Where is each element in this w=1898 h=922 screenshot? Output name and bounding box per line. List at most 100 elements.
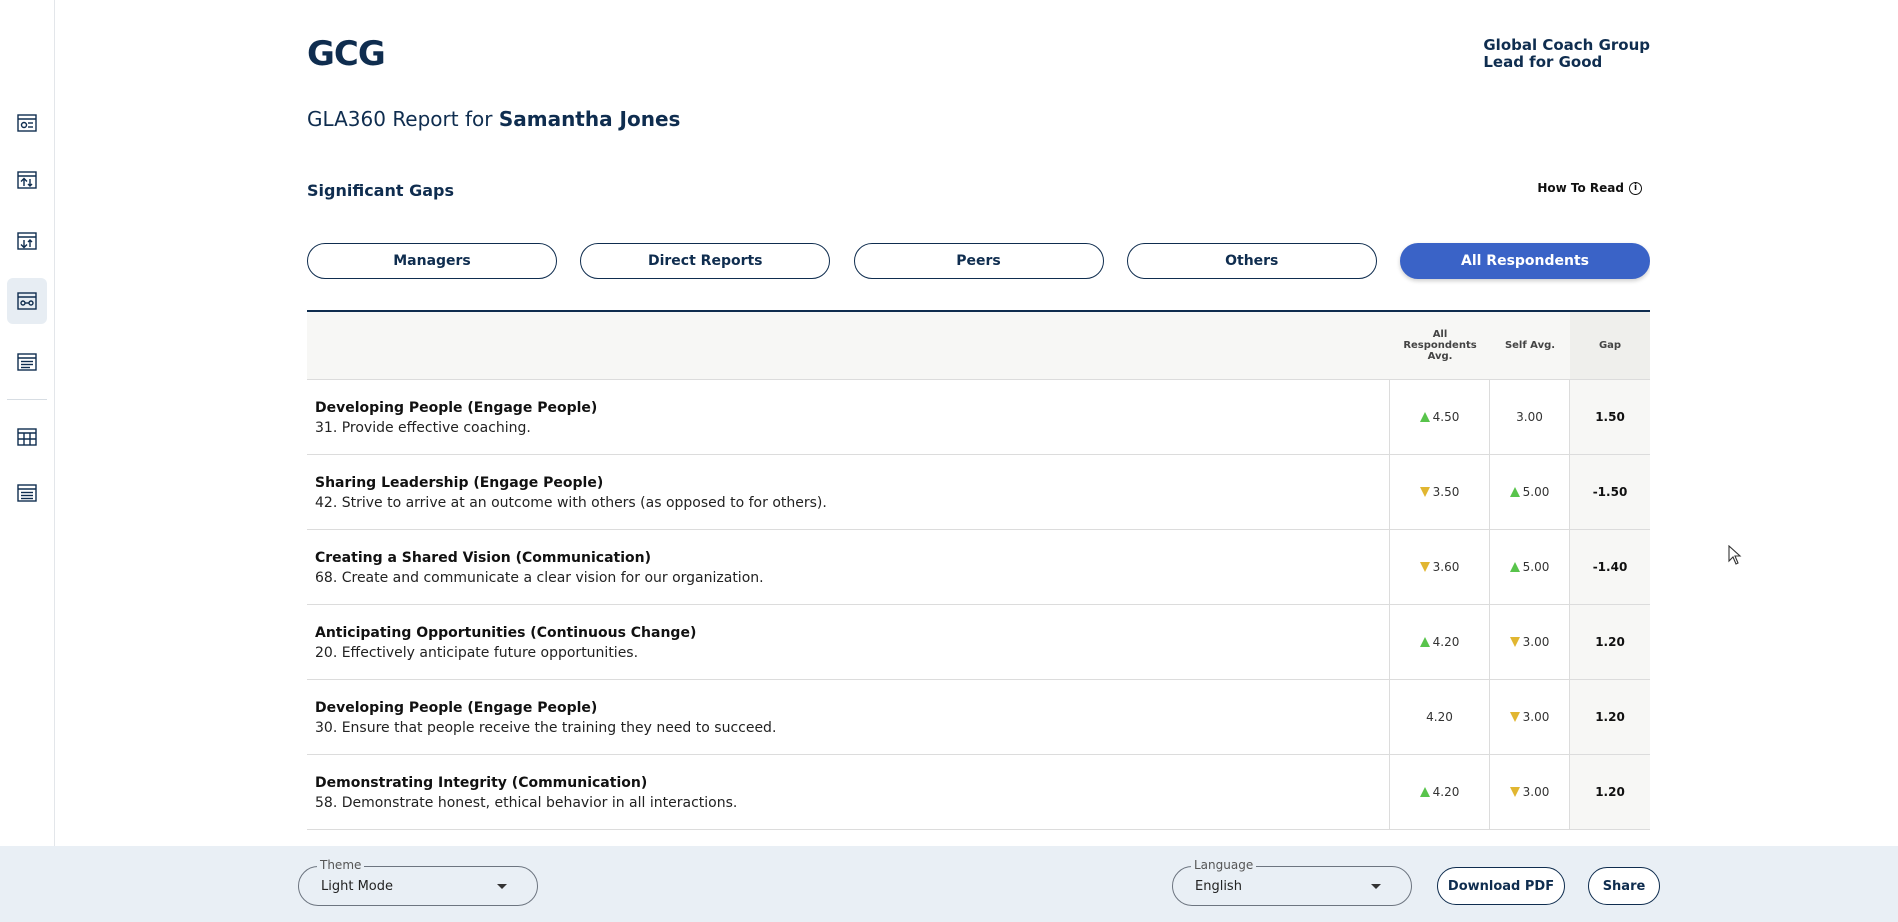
theme-select[interactable]: Theme Light Mode <box>298 858 538 906</box>
triangle-up-icon <box>1509 562 1520 572</box>
gap-cell-value: 1.20 <box>1595 710 1625 724</box>
brand-block: Global Coach Group Lead for Good <box>1483 37 1650 71</box>
item-text: 20. Effectively anticipate future opport… <box>315 645 639 661</box>
strengths-icon[interactable] <box>7 157 47 203</box>
all-respondents-avg: 4.50 <box>1390 380 1490 454</box>
all-respondents-avg: 4.20 <box>1390 605 1490 679</box>
item-text: 68. Create and communicate a clear visio… <box>315 570 764 586</box>
self-avg-value: 3.00 <box>1522 710 1550 724</box>
all-respondents-avg: 4.20 <box>1390 755 1490 829</box>
gaps-table: All Respondents Avg. Self Avg. Gap Devel… <box>307 310 1650 830</box>
section-title: Significant Gaps <box>307 181 454 200</box>
header-self-avg: Self Avg. <box>1504 340 1556 351</box>
development-icon[interactable] <box>7 218 47 264</box>
self-avg-value: 5.00 <box>1522 560 1550 574</box>
info-icon: i <box>1629 181 1642 195</box>
competency-title: Developing People (Engage People) <box>315 400 598 416</box>
report-title: GLA360 Report for Samantha Jones <box>307 107 680 131</box>
gap-cell-value: -1.50 <box>1592 485 1628 499</box>
gap-cell-value: -1.40 <box>1592 560 1628 574</box>
header-all-respondents: All Respondents Avg. <box>1403 329 1477 362</box>
row-label: Sharing Leadership (Engage People) 42. St… <box>307 455 1390 529</box>
table-icon[interactable] <box>7 414 47 460</box>
header-label-spacer <box>307 312 1390 379</box>
triangle-down-icon <box>1509 787 1520 797</box>
table-row: Developing People (Engage People) 31. Pro… <box>307 380 1650 455</box>
all-respondents-avg-value: 4.50 <box>1432 410 1460 424</box>
overview-icon[interactable] <box>7 100 47 146</box>
gap-cell-value: 1.20 <box>1595 635 1625 649</box>
table-row: Demonstrating Integrity (Communication) 5… <box>307 755 1650 830</box>
item-text: 30. Ensure that people receive the train… <box>315 720 777 736</box>
chevron-down-icon <box>1371 884 1381 889</box>
all-respondents-avg-value: 4.20 <box>1426 710 1453 724</box>
table-row: Sharing Leadership (Engage People) 42. St… <box>307 455 1650 530</box>
tab-peers[interactable]: Peers <box>853 243 1104 279</box>
triangle-down-icon <box>1509 637 1520 647</box>
triangle-down-icon <box>1509 712 1520 722</box>
self-avg: 3.00 <box>1490 680 1570 754</box>
gap-cell-value: 1.50 <box>1595 410 1625 424</box>
report-main: GCG Global Coach Group Lead for Good GLA… <box>307 0 1650 846</box>
table-row: Creating a Shared Vision (Communication)… <box>307 530 1650 605</box>
gap-cell: 1.20 <box>1570 755 1650 829</box>
gcg-logo: GCG <box>307 34 386 74</box>
triangle-down-icon <box>1419 562 1430 572</box>
competency-title: Creating a Shared Vision (Communication) <box>315 550 651 566</box>
tab-managers[interactable]: Managers <box>307 243 557 279</box>
gaps-icon[interactable] <box>7 278 47 324</box>
all-respondents-avg-value: 3.50 <box>1432 485 1460 499</box>
gap-cell: 1.20 <box>1570 680 1650 754</box>
language-value: English <box>1195 879 1242 894</box>
comments-icon[interactable] <box>7 339 47 385</box>
sidebar-divider <box>7 399 47 400</box>
item-text: 31. Provide effective coaching. <box>315 420 531 436</box>
download-pdf-button[interactable]: Download PDF <box>1437 867 1565 905</box>
all-respondents-avg-value: 3.60 <box>1432 560 1460 574</box>
how-to-read-label: How To Read <box>1537 181 1624 195</box>
item-text: 42. Strive to arrive at an outcome with … <box>315 495 827 511</box>
gap-cell: 1.20 <box>1570 605 1650 679</box>
chevron-down-icon <box>497 884 507 889</box>
all-respondents-avg: 3.50 <box>1390 455 1490 529</box>
row-label: Developing People (Engage People) 31. Pro… <box>307 380 1390 454</box>
all-respondents-avg-value: 4.20 <box>1432 785 1460 799</box>
item-text: 58. Demonstrate honest, ethical behavior… <box>315 795 738 811</box>
all-respondents-avg: 4.20 <box>1390 680 1490 754</box>
list-icon[interactable] <box>7 470 47 516</box>
tab-direct-reports[interactable]: Direct Reports <box>580 243 831 279</box>
self-avg-value: 3.00 <box>1522 635 1550 649</box>
gap-cell: -1.50 <box>1570 455 1650 529</box>
self-avg: 5.00 <box>1490 530 1570 604</box>
table-header: All Respondents Avg. Self Avg. Gap <box>307 312 1650 380</box>
triangle-up-icon <box>1419 787 1430 797</box>
competency-title: Anticipating Opportunities (Continuous C… <box>315 625 697 641</box>
person-name: Samantha Jones <box>498 107 681 131</box>
gap-cell: 1.50 <box>1570 380 1650 454</box>
self-avg: 3.00 <box>1490 605 1570 679</box>
table-body: Developing People (Engage People) 31. Pro… <box>307 380 1650 830</box>
theme-label: Theme <box>317 858 365 872</box>
language-label: Language <box>1191 858 1257 872</box>
self-avg-value: 3.00 <box>1516 410 1543 424</box>
competency-title: Demonstrating Integrity (Communication) <box>315 775 648 791</box>
all-respondents-avg: 3.60 <box>1390 530 1490 604</box>
triangle-up-icon <box>1419 412 1430 422</box>
how-to-read-link[interactable]: How To Read i <box>1537 181 1642 195</box>
self-avg: 3.00 <box>1490 380 1570 454</box>
all-respondents-avg-value: 4.20 <box>1432 635 1460 649</box>
brand-name: Global Coach Group <box>1483 36 1650 54</box>
tab-all-respondents[interactable]: All Respondents <box>1400 243 1650 279</box>
row-label: Demonstrating Integrity (Communication) 5… <box>307 755 1390 829</box>
gap-cell: -1.40 <box>1570 530 1650 604</box>
triangle-up-icon <box>1509 487 1520 497</box>
row-label: Developing People (Engage People) 30. Ens… <box>307 680 1390 754</box>
language-select[interactable]: Language English <box>1172 858 1412 906</box>
theme-value: Light Mode <box>321 879 393 894</box>
header-gap: Gap <box>1570 312 1650 379</box>
triangle-up-icon <box>1419 637 1430 647</box>
tab-others[interactable]: Others <box>1126 243 1377 279</box>
table-row: Anticipating Opportunities (Continuous C… <box>307 605 1650 680</box>
row-label: Anticipating Opportunities (Continuous C… <box>307 605 1390 679</box>
share-button[interactable]: Share <box>1588 867 1660 905</box>
